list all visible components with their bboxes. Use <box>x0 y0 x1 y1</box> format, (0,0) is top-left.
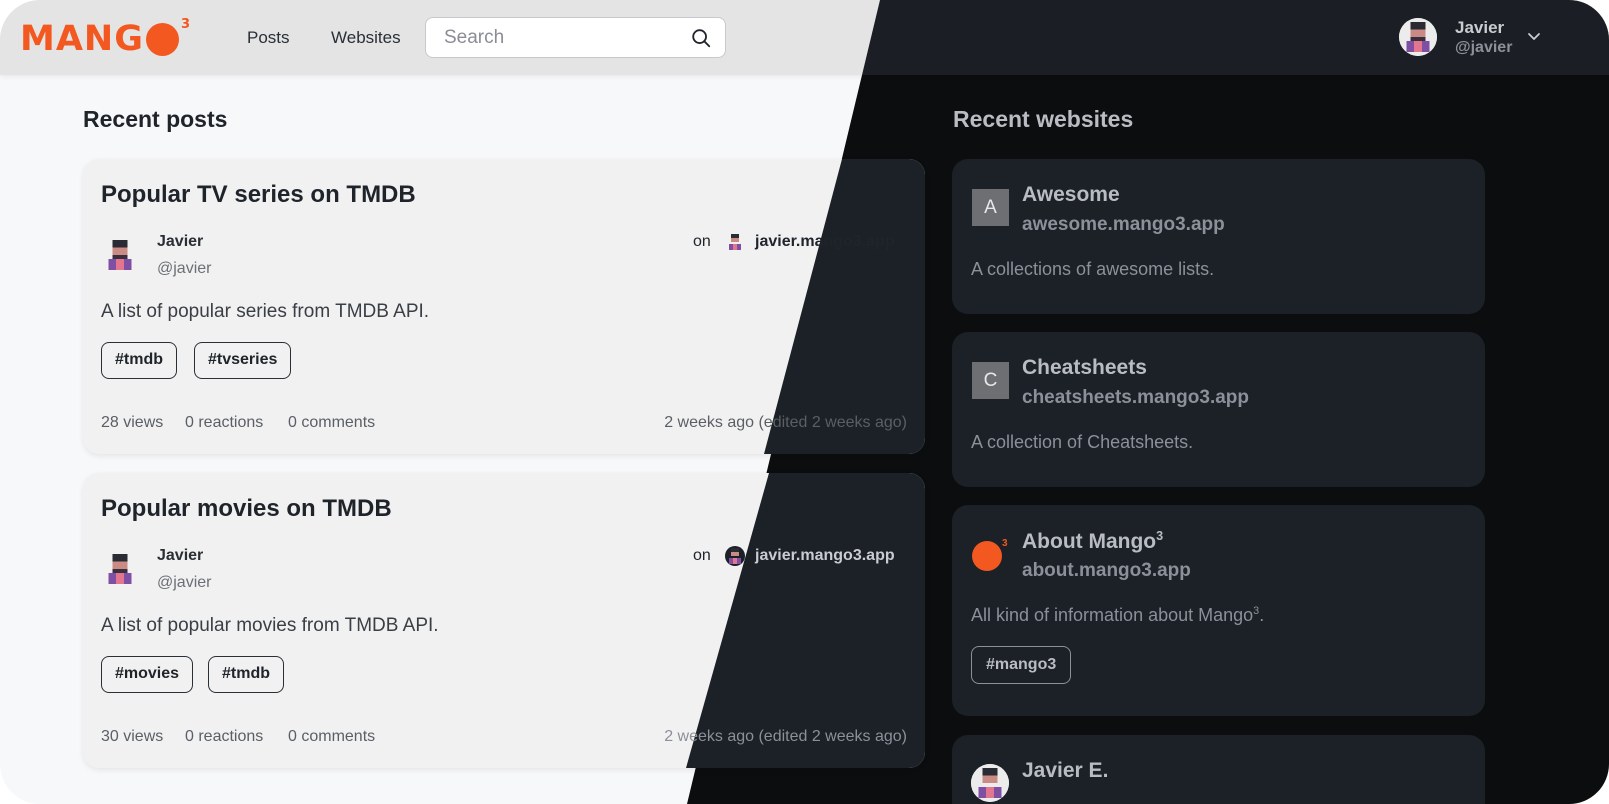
pixel-avatar-icon <box>1399 18 1437 56</box>
search-box <box>425 17 726 58</box>
website-name[interactable]: Cheatsheets <box>1022 356 1147 380</box>
post-card[interactable]: Popular TV series on TMDB Javier @javier… <box>83 159 925 454</box>
post-author-handle: @javier <box>157 260 212 277</box>
post-tag[interactable]: #tvseries <box>194 342 292 379</box>
post-description: A list of popular movies from TMDB API. <box>101 615 439 636</box>
post-views: 28 views <box>101 414 164 431</box>
post-tag[interactable]: #tmdb <box>208 656 284 693</box>
recent-posts-heading: Recent posts <box>83 106 228 132</box>
post-reactions: 0 reactions <box>185 728 264 745</box>
pixel-avatar-icon <box>971 764 1009 802</box>
website-card[interactable]: A Awesome awesome.mango3.app A collectio… <box>952 159 1485 314</box>
website-description: A collections of awesome lists. <box>971 259 1215 279</box>
post-tag[interactable]: #movies <box>101 656 194 693</box>
website-name[interactable]: Awesome <box>1022 183 1120 207</box>
recent-websites-heading: Recent websites <box>953 106 1134 132</box>
post-on-label: on <box>693 547 711 564</box>
website-letter-icon: C <box>972 362 1009 399</box>
post-author-handle: @javier <box>157 574 212 591</box>
avatar[interactable] <box>101 550 139 588</box>
website-url[interactable]: about.mango3.app <box>1022 560 1191 582</box>
mango-logo-icon: 3 <box>972 538 1008 571</box>
post-author[interactable]: Javier <box>157 233 203 251</box>
post-views: 30 views <box>101 728 164 745</box>
post-timestamp: 2 weeks ago (edited 2 weeks ago) <box>664 728 907 745</box>
website-card[interactable]: 3 About Mango3 about.mango3.app All kind… <box>952 505 1485 716</box>
post-card[interactable]: Popular movies on TMDB Javier @javier on <box>83 473 925 768</box>
website-card[interactable]: Javier E. <box>952 735 1485 804</box>
post-description: A list of popular series from TMDB API. <box>101 301 430 322</box>
logo-text: MANG <box>20 19 144 59</box>
avatar[interactable] <box>101 236 139 274</box>
search-input[interactable] <box>426 18 681 57</box>
post-reactions: 0 reactions <box>185 414 264 431</box>
svg-text:3: 3 <box>1002 538 1008 549</box>
website-name[interactable]: About Mango3 <box>1022 529 1163 554</box>
post-comments: 0 comments <box>288 414 376 431</box>
mango-logo[interactable]: MANG 3 <box>20 17 190 59</box>
post-timestamp: 2 weeks ago (edited 2 weeks ago) <box>664 414 907 431</box>
user-name: Javier <box>1455 18 1505 37</box>
website-tag[interactable]: #mango3 <box>971 646 1072 684</box>
logo-o-circle <box>145 23 179 56</box>
website-description: All kind of information about Mango3. <box>971 605 1265 625</box>
search-icon[interactable] <box>690 27 712 49</box>
nav-websites-link[interactable]: Websites <box>331 28 401 48</box>
post-website-link[interactable]: javier.mango3.app <box>755 547 895 565</box>
post-title[interactable]: Popular movies on TMDB <box>101 495 392 523</box>
post-author[interactable]: Javier <box>157 547 203 565</box>
pixel-avatar-icon <box>101 550 139 588</box>
logo-superscript: 3 <box>180 17 190 32</box>
website-url[interactable]: cheatsheets.mango3.app <box>1022 387 1249 409</box>
post-website-link[interactable]: javier.mango3.app <box>755 233 895 251</box>
pixel-avatar-icon <box>101 236 139 274</box>
website-card[interactable]: C Cheatsheets cheatsheets.mango3.app A c… <box>952 332 1485 487</box>
website-letter-icon: A <box>972 189 1009 226</box>
avatar <box>971 764 1009 802</box>
avatar <box>1399 18 1437 56</box>
nav-posts-link[interactable]: Posts <box>247 28 290 48</box>
post-title[interactable]: Popular TV series on TMDB <box>101 181 416 209</box>
website-name[interactable]: Javier E. <box>1022 759 1108 783</box>
user-handle: @javier <box>1455 39 1513 56</box>
post-comments: 0 comments <box>288 728 376 745</box>
user-menu[interactable]: Javier @javier <box>1399 18 1549 58</box>
chevron-down-icon[interactable] <box>1527 31 1541 41</box>
post-on-label: on <box>693 233 711 250</box>
website-description: A collection of Cheatsheets. <box>971 432 1194 452</box>
site-avatar-icon <box>725 546 745 566</box>
site-avatar-icon <box>725 232 745 252</box>
website-url[interactable]: awesome.mango3.app <box>1022 214 1225 236</box>
app-window: MANG 3 Posts Websites Javier @javier R <box>0 0 1609 804</box>
post-tag[interactable]: #tmdb <box>101 342 177 379</box>
